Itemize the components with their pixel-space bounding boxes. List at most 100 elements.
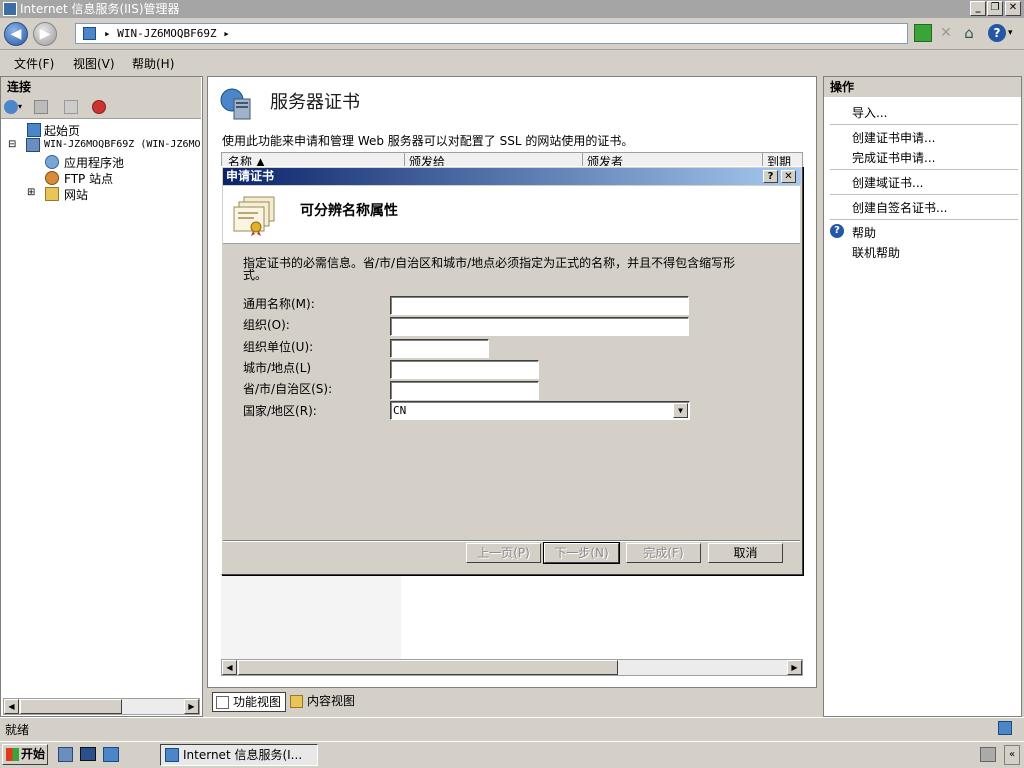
tray-expand-icon[interactable]: « [1004,745,1020,765]
scroll-right-arrow-icon[interactable]: ▶ [184,699,199,714]
stop-icon[interactable]: ✕ [937,24,955,42]
state-input[interactable] [390,381,539,400]
tree-item-server[interactable]: WIN-JZ6MOQBF69Z (WIN-JZ6MO [44,139,201,150]
restore-button[interactable]: ❐ [987,1,1003,16]
tab-content-view[interactable]: 内容视图 [287,692,359,712]
action-import[interactable]: 导入... [852,104,887,121]
tab-features-view[interactable]: 功能视图 [212,692,287,712]
website-folder-icon [45,187,59,201]
up-icon[interactable] [64,100,78,114]
action-create-domain-cert[interactable]: 创建域证书... [852,174,923,191]
tree-item-app-pools[interactable]: 应用程序池 [64,154,124,171]
dialog-close-button[interactable]: ✕ [781,170,796,183]
scroll-thumb[interactable] [20,699,122,714]
prev-button[interactable]: 上一页(P) [466,543,541,563]
forward-button[interactable]: ▶ [33,22,57,46]
server-manager-icon[interactable] [58,747,73,762]
tree-item-websites[interactable]: 网站 [64,186,88,203]
dialog-title: 申请证书 [226,169,275,183]
powershell-icon[interactable] [80,747,96,761]
iis-app-icon [165,748,179,762]
tree-item-ftp-sites[interactable]: FTP 站点 [64,170,113,187]
country-selected-value: CN [393,404,407,417]
server-status-icon [998,721,1012,735]
action-create-cert-request[interactable]: 创建证书申请... [852,129,935,146]
scroll-left-arrow-icon[interactable]: ◀ [222,660,237,675]
cancel-button[interactable]: 取消 [708,543,783,563]
window-title-bar: Internet 信息服务(IIS)管理器 _ ❐ ✕ [0,0,1024,18]
action-create-self-signed-cert[interactable]: 创建自签名证书... [852,199,947,216]
page-title: 服务器证书 [270,92,360,113]
refresh-icon[interactable] [914,24,932,42]
server-icon [83,27,96,40]
network-tray-icon[interactable] [980,747,996,762]
windows-logo-icon [6,748,19,761]
connect-icon[interactable] [4,100,18,114]
help-icon: ? [830,224,844,238]
action-complete-cert-request[interactable]: 完成证书申请... [852,149,935,166]
start-button[interactable]: 开始 [2,744,48,765]
status-bar [0,717,1024,741]
scroll-left-arrow-icon[interactable]: ◀ [4,699,19,714]
dialog-help-button[interactable]: ? [763,170,778,183]
label-country: 国家/地区(R): [243,404,317,418]
server-certificates-icon [219,87,253,121]
scroll-thumb[interactable] [238,660,618,675]
divider [830,124,1018,125]
dialog-heading: 可分辨名称属性 [300,203,398,219]
common-name-input[interactable] [390,296,689,315]
finish-button[interactable]: 完成(F) [626,543,701,563]
divider [830,219,1018,220]
view-tabs: 功能视图 内容视图 [207,690,817,714]
home-icon[interactable]: ⌂ [960,24,978,42]
menu-file[interactable]: 文件(F) [14,55,54,72]
back-button[interactable]: ◀ [4,22,28,46]
menu-help[interactable]: 帮助(H) [132,55,174,72]
address-server-crumb[interactable]: WIN-JZ6MOQBF69Z [117,27,216,40]
chevron-down-icon[interactable]: ▼ [673,403,688,418]
page-description: 使用此功能来申请和管理 Web 服务器可以对配置了 SSL 的网站使用的证书。 [222,134,634,148]
label-organization: 组织(O): [243,318,290,332]
grid-name-column-area [221,575,401,660]
connections-hscrollbar[interactable]: ◀ ▶ [3,698,200,715]
close-window-button[interactable]: ✕ [1005,1,1021,16]
tree-expand-websites[interactable]: ⊞ [27,187,35,198]
country-select[interactable]: CN ▼ [390,401,690,420]
tree-collapse-server[interactable]: ⊟ [8,139,16,150]
disconnect-icon[interactable] [92,100,106,114]
connections-toolbar: ▾ [1,97,201,119]
address-bar[interactable]: ▸ WIN-JZ6MOQBF69Z ▸ [75,23,908,44]
address-separator: ▸ [104,27,111,40]
dialog-instruction: 指定证书的必需信息。省/市/自治区和城市/地点必须指定为正式的名称，并且不得包含… [243,256,736,282]
menu-bar: 文件(F) 视图(V) 帮助(H) [0,51,1024,73]
taskbar [0,741,1024,768]
next-button[interactable]: 下一步(N) [543,542,620,564]
label-city: 城市/地点(L) [243,361,312,375]
help-icon[interactable]: ? [988,24,1006,42]
label-organizational-unit: 组织单位(U): [243,340,314,354]
organizational-unit-input[interactable] [390,339,489,358]
actions-panel [823,76,1022,717]
menu-view[interactable]: 视图(V) [73,55,115,72]
workspace-hscrollbar[interactable]: ◀ ▶ [221,659,803,676]
connect-dropdown-icon[interactable]: ▾ [18,102,32,116]
organization-input[interactable] [390,317,689,336]
app-pool-icon [45,155,59,169]
save-icon[interactable] [34,100,48,114]
action-help[interactable]: 帮助 [852,224,876,241]
scroll-right-arrow-icon[interactable]: ▶ [787,660,802,675]
show-desktop-icon[interactable] [103,747,119,762]
certificate-icon [232,195,278,237]
connections-header: 连接 [1,77,201,97]
help-dropdown-icon[interactable]: ▾ [1008,24,1024,42]
action-online-help[interactable]: 联机帮助 [852,244,900,261]
city-input[interactable] [390,360,539,379]
server-icon [26,138,40,152]
tree-item-start-page[interactable]: 起始页 [44,122,80,139]
taskbar-item-iis[interactable]: Internet 信息服务(I... [160,744,318,766]
start-page-icon [27,123,41,137]
label-state: 省/市/自治区(S): [243,382,333,396]
window-title: Internet 信息服务(IIS)管理器 [20,2,180,16]
content-view-icon [290,695,303,708]
minimize-button[interactable]: _ [970,1,986,16]
